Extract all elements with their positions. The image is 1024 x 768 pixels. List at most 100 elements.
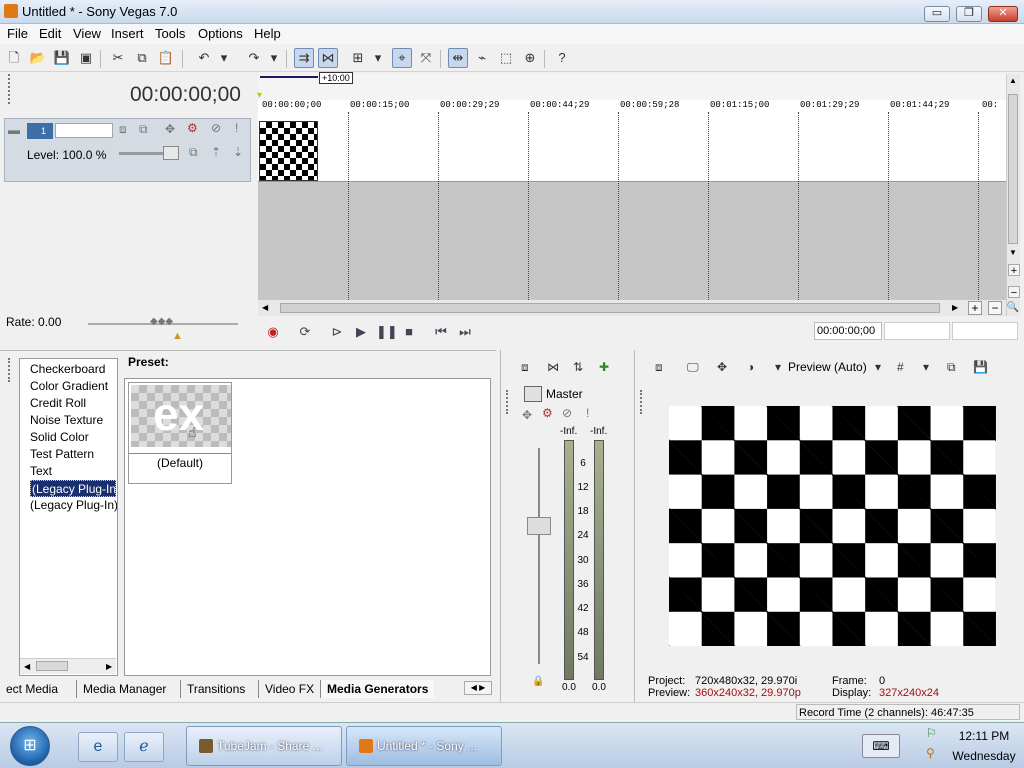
rate-slider-thumb[interactable]: ▲ bbox=[172, 330, 183, 342]
checkerboard-clip-event[interactable] bbox=[259, 121, 318, 181]
auto-ripple-icon[interactable]: ⇉ bbox=[294, 48, 314, 68]
master-fader-thumb[interactable] bbox=[527, 517, 551, 535]
tab-scroll-icon[interactable]: ◀ ▶ bbox=[464, 681, 492, 695]
dock-grip[interactable] bbox=[8, 358, 12, 382]
scroll-up-icon[interactable]: ▲ bbox=[1009, 76, 1017, 85]
normal-edit-tool-icon[interactable]: ⇹ bbox=[448, 48, 468, 68]
fader-lock-icon[interactable]: 🔒 bbox=[532, 676, 544, 687]
scroll-left-icon[interactable]: ◀ bbox=[24, 662, 30, 671]
ignore-event-grouping-icon[interactable]: ⋈ bbox=[318, 48, 338, 68]
list-item-selected[interactable]: (Legacy Plug-In) T bbox=[30, 480, 116, 497]
list-scroll-thumb[interactable] bbox=[36, 661, 68, 671]
master-automation-icon[interactable]: ✥ bbox=[522, 408, 532, 422]
track-motion-icon[interactable]: ⧈ bbox=[119, 122, 127, 137]
mixer-dim-icon[interactable]: ⇅ bbox=[573, 360, 583, 374]
menu-view[interactable]: View bbox=[73, 26, 101, 41]
dock-grip[interactable] bbox=[506, 390, 510, 414]
list-item[interactable]: Solid Color bbox=[20, 429, 117, 446]
zoom-out-time-icon[interactable]: − bbox=[988, 301, 1002, 315]
menu-edit[interactable]: Edit bbox=[39, 26, 61, 41]
copy-snapshot-icon[interactable]: ⧉ bbox=[947, 360, 956, 375]
tab-media-manager[interactable]: Media Manager bbox=[76, 680, 172, 698]
save-icon[interactable]: 💾 bbox=[52, 48, 72, 68]
scroll-left-icon[interactable]: ◀ bbox=[262, 303, 268, 312]
track-minimize-icon[interactable]: ▬ bbox=[8, 123, 20, 137]
list-item[interactable]: Text bbox=[20, 463, 117, 480]
overlays-icon[interactable]: # bbox=[897, 360, 904, 374]
preview-properties-icon[interactable]: ⧈ bbox=[655, 360, 663, 375]
loop-region-bar[interactable] bbox=[260, 76, 318, 78]
stop-icon[interactable]: ■ bbox=[400, 323, 418, 341]
horizontal-scroll-thumb[interactable] bbox=[280, 303, 940, 313]
tab-video-fx[interactable]: Video FX bbox=[258, 680, 320, 698]
master-solo-icon[interactable]: ! bbox=[586, 406, 589, 420]
master-mute-icon[interactable]: ⊘ bbox=[562, 406, 572, 420]
play-icon[interactable]: ▶ bbox=[352, 323, 370, 341]
track-level-slider-thumb[interactable] bbox=[163, 146, 179, 160]
preview-quality-dropdown-icon[interactable]: ▾ bbox=[875, 360, 881, 374]
undo-dropdown-icon[interactable]: ▾ bbox=[218, 48, 230, 68]
tab-media-generators[interactable]: Media Generators bbox=[320, 680, 435, 698]
timeline-vertical-scrollbar[interactable]: ▲ ▼ + − bbox=[1006, 74, 1020, 316]
split-screen-icon[interactable]: ◑ bbox=[747, 360, 754, 374]
compositing-parent-icon[interactable]: ⧉ bbox=[189, 145, 198, 160]
preview-quality-selector[interactable]: Preview (Auto) bbox=[788, 360, 867, 374]
split-dropdown-icon[interactable]: ▾ bbox=[775, 360, 781, 374]
timeline-horizontal-scrollbar[interactable]: ◀ ▶ + − bbox=[258, 300, 1006, 316]
generator-list-scrollbar[interactable]: ◀ ▶ bbox=[20, 658, 116, 674]
menu-help[interactable]: Help bbox=[254, 26, 281, 41]
save-as-icon[interactable]: ▣ bbox=[76, 48, 96, 68]
go-to-start-icon[interactable]: ⏮ bbox=[432, 323, 450, 341]
speaker-tray-icon[interactable]: ⚲ bbox=[926, 746, 935, 760]
list-item[interactable]: (Legacy Plug-In) V bbox=[20, 497, 117, 514]
show-desktop-icon[interactable]: e bbox=[78, 732, 118, 762]
snapping-icon[interactable]: ⌖ bbox=[392, 48, 412, 68]
cut-icon[interactable]: ✂ bbox=[108, 48, 128, 68]
master-fader-track[interactable] bbox=[538, 448, 540, 664]
pause-icon[interactable]: ❚❚ bbox=[376, 323, 398, 341]
mixer-insert-bus-icon[interactable]: ⧈ bbox=[521, 360, 529, 375]
record-icon[interactable]: ◉ bbox=[264, 323, 282, 341]
internet-explorer-icon[interactable]: ℯ bbox=[124, 732, 164, 762]
master-fx-icon[interactable]: ⚙ bbox=[542, 406, 553, 420]
go-to-end-icon[interactable]: ⏭ bbox=[456, 323, 474, 341]
zoom-in-track-icon[interactable]: + bbox=[1008, 264, 1020, 277]
taskbar-item-vegas[interactable]: Untitled * - Sony ... bbox=[346, 726, 502, 766]
generator-list[interactable]: Checkerboard Color Gradient Credit Roll … bbox=[19, 358, 118, 676]
solo-icon[interactable]: ! bbox=[235, 121, 238, 135]
rate-slider-arrows-icon[interactable]: ◆◆◆ bbox=[150, 316, 173, 327]
track-fx-icon[interactable]: ⧉ bbox=[139, 122, 148, 137]
list-item[interactable]: Checkerboard bbox=[20, 361, 117, 378]
list-item[interactable]: Noise Texture bbox=[20, 412, 117, 429]
maximize-button[interactable]: ❐ bbox=[956, 6, 982, 22]
tab-transitions[interactable]: Transitions bbox=[180, 680, 251, 698]
overlays-dropdown-icon[interactable]: ▾ bbox=[923, 360, 929, 374]
make-compositing-child-icon[interactable]: ⇡ bbox=[211, 145, 221, 159]
track-name-field[interactable] bbox=[55, 123, 113, 138]
selection-tool-icon[interactable]: ⬚ bbox=[496, 48, 516, 68]
play-from-start-icon[interactable]: ⊳ bbox=[328, 323, 346, 341]
preview-video-fx-icon[interactable]: ✥ bbox=[717, 360, 727, 374]
composite-mode-icon[interactable]: ✥ bbox=[165, 122, 175, 136]
make-compositing-parent-icon[interactable]: ⇣ bbox=[233, 145, 243, 159]
taskbar-clock[interactable]: 12:11 PM Wednesday bbox=[946, 726, 1022, 766]
menu-file[interactable]: File bbox=[7, 26, 28, 41]
start-button[interactable]: ⊞ bbox=[10, 726, 50, 766]
mute-icon[interactable]: ⊘ bbox=[211, 121, 221, 135]
network-tray-icon[interactable]: ⚐ bbox=[926, 726, 937, 740]
list-item[interactable]: Credit Roll bbox=[20, 395, 117, 412]
marker-bar[interactable] bbox=[258, 74, 1006, 100]
video-track-lane[interactable] bbox=[258, 120, 1006, 182]
loop-playback-icon[interactable]: ⟳ bbox=[296, 323, 314, 341]
copy-icon[interactable]: ⧉ bbox=[132, 48, 152, 68]
scroll-right-icon[interactable]: ▶ bbox=[952, 303, 958, 312]
empty-track-area[interactable] bbox=[258, 182, 1006, 300]
dock-grip[interactable] bbox=[640, 390, 644, 414]
new-icon[interactable]: 🗋 bbox=[4, 48, 24, 68]
track-fx-gear-icon[interactable]: ⚙ bbox=[187, 121, 198, 135]
preset-default-thumbnail[interactable]: ex (Default) bbox=[128, 382, 232, 484]
dock-grip[interactable] bbox=[8, 74, 12, 104]
help-icon[interactable]: ? bbox=[552, 48, 572, 68]
tab-explorer[interactable]: ect Media bbox=[0, 680, 64, 698]
mixer-route-icon[interactable]: ✚ bbox=[599, 360, 609, 374]
